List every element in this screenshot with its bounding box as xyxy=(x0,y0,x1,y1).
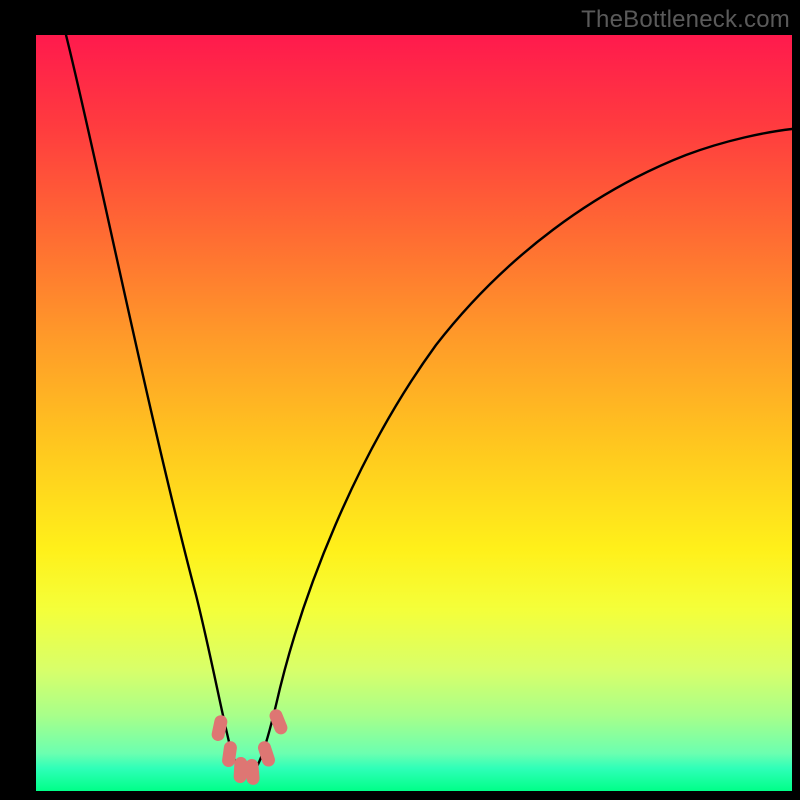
marker-cluster xyxy=(210,707,289,785)
bottleneck-curve xyxy=(66,35,792,775)
chart-frame: TheBottleneck.com xyxy=(0,0,800,800)
curve-layer xyxy=(36,35,792,791)
watermark-text: TheBottleneck.com xyxy=(581,6,790,34)
plot-area xyxy=(36,35,792,791)
